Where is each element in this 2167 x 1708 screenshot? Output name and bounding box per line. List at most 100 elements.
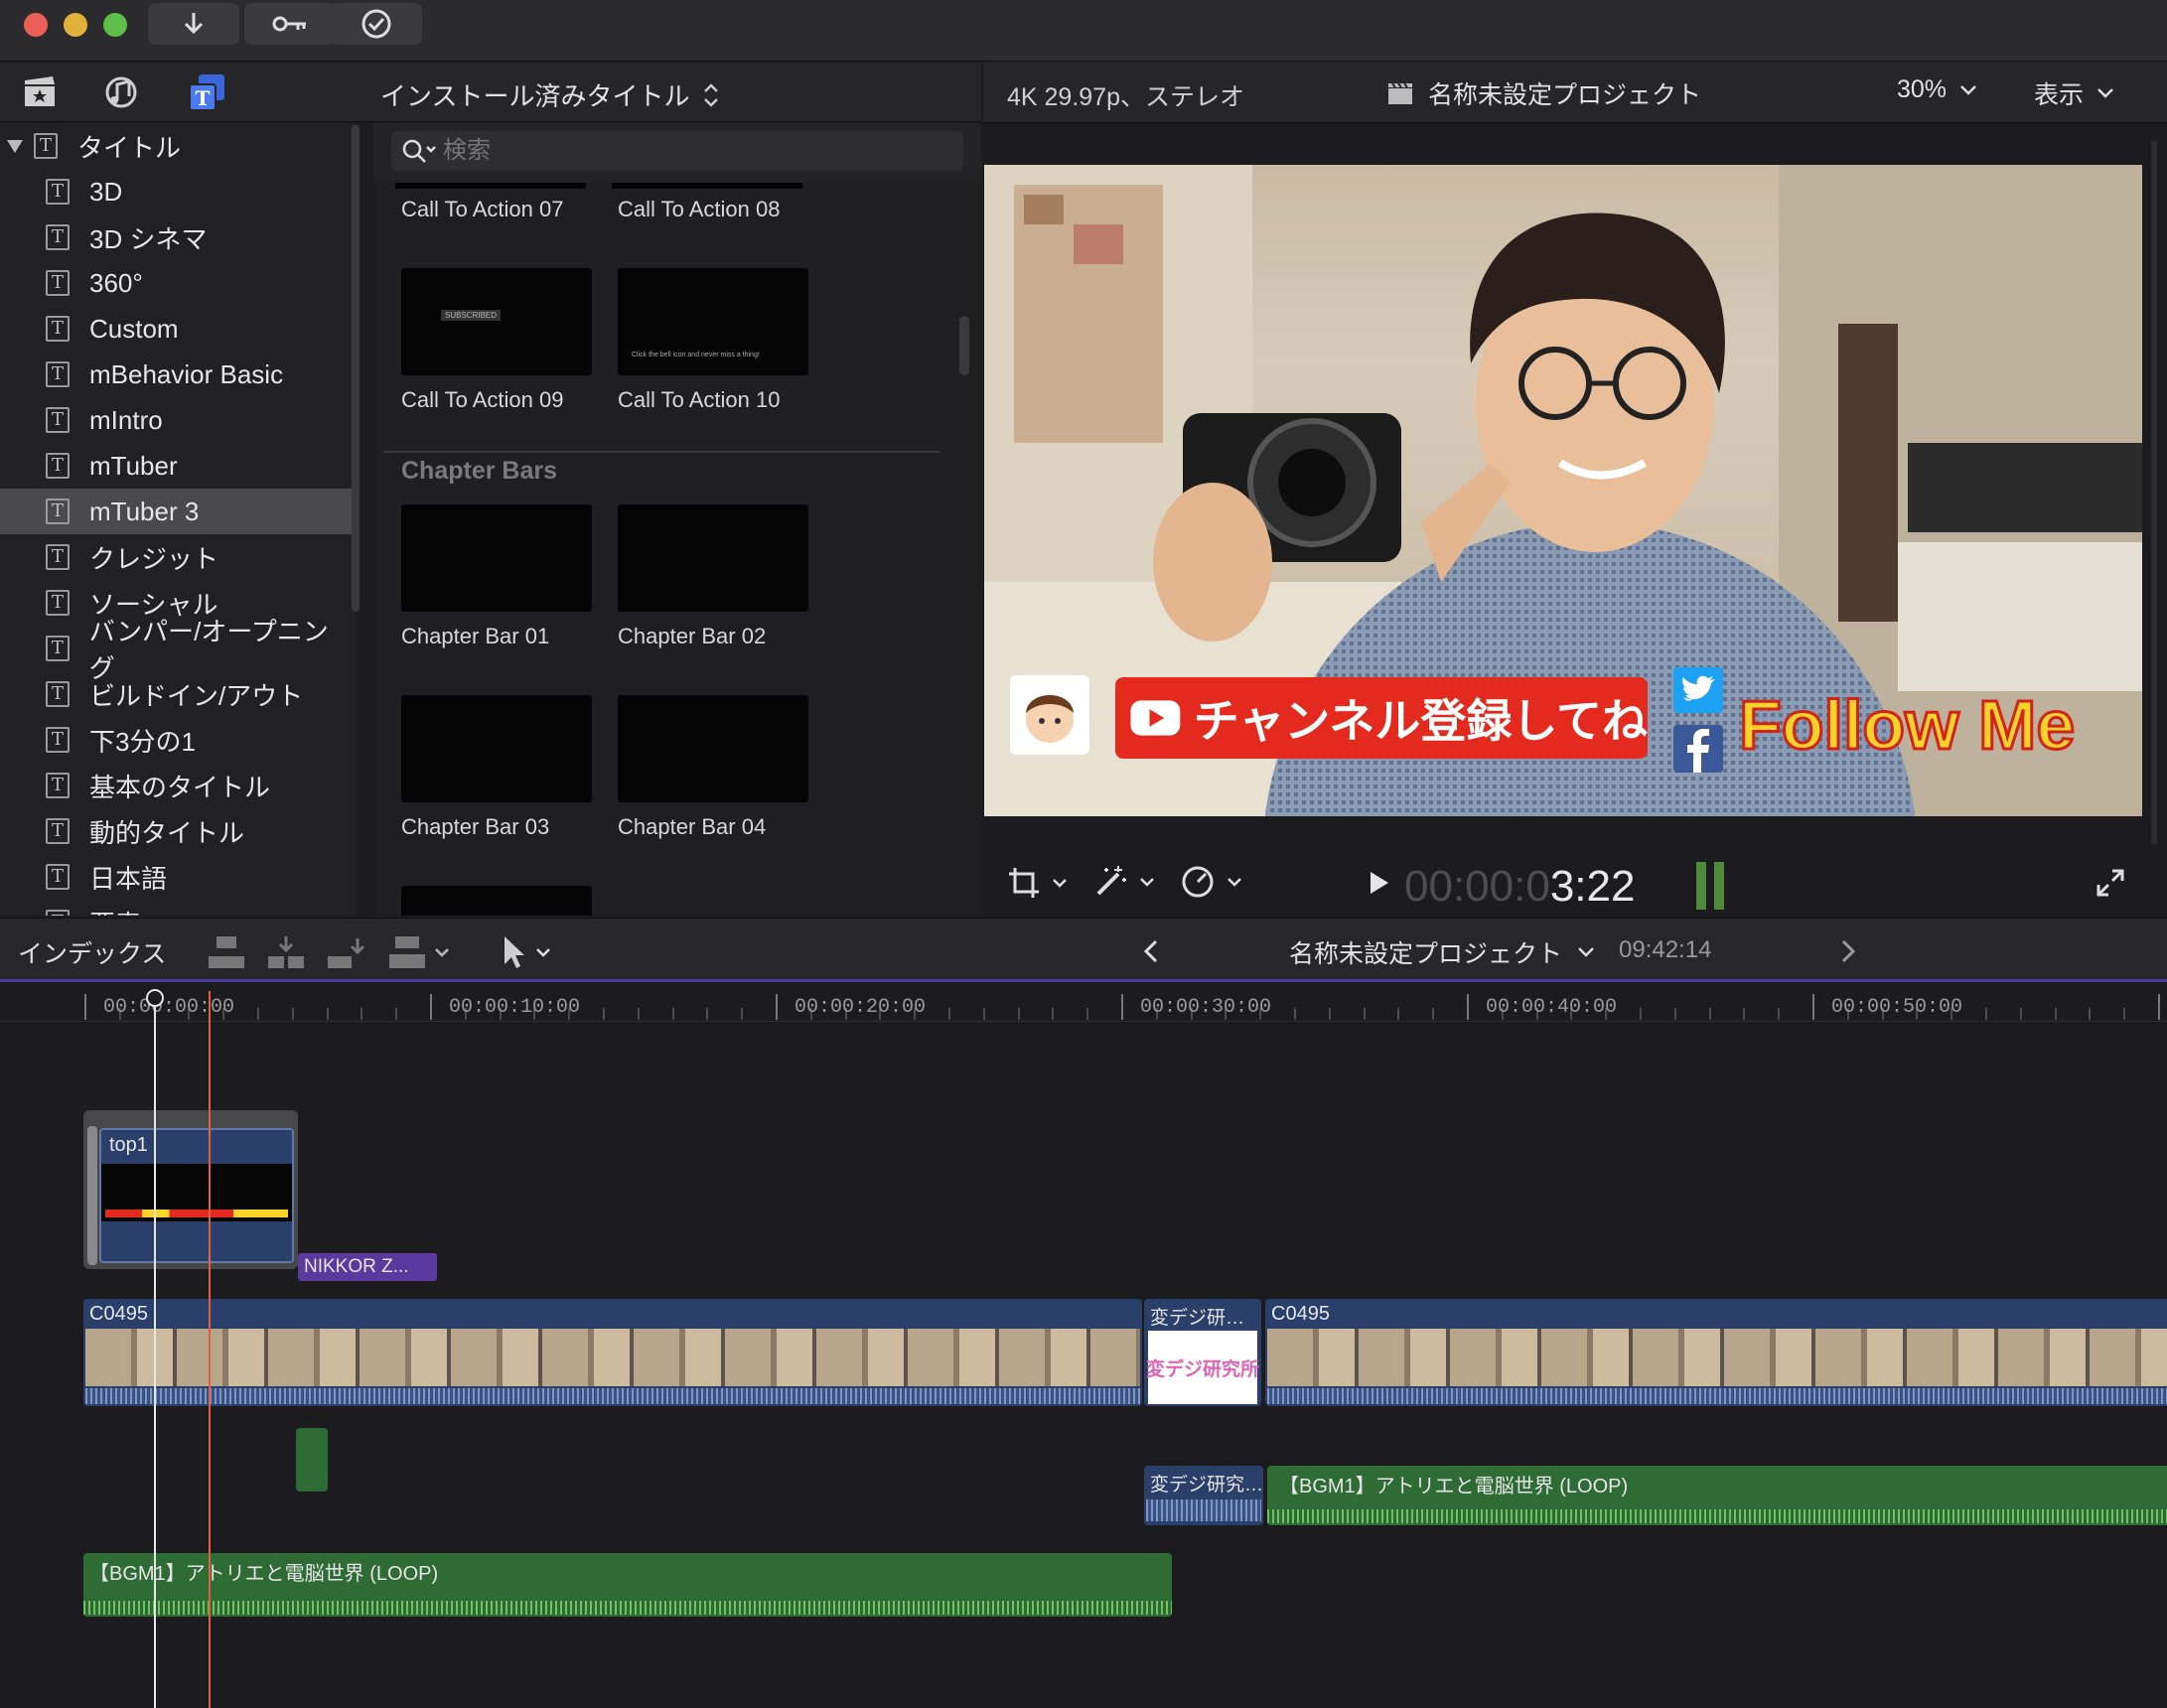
twitter-badge: [1673, 667, 1723, 713]
fullscreen-button[interactable]: [2095, 868, 2125, 898]
thumb-chapter-bar-01[interactable]: [401, 504, 592, 612]
nikkor-connected-clip[interactable]: NIKKOR Z...: [298, 1253, 437, 1281]
viewer-project-name: 名称未設定プロジェクト: [1428, 81, 1702, 109]
chevron-down-icon: [1228, 878, 1241, 887]
zoom-menu[interactable]: 30%: [1897, 75, 1978, 104]
play-button[interactable]: [1369, 870, 1390, 896]
thumb-cta-07[interactable]: [395, 183, 586, 189]
search-input[interactable]: [443, 137, 939, 165]
main-clip-2[interactable]: C0495: [1265, 1299, 2167, 1406]
sidebar-item-label: 3D シネマ: [89, 223, 208, 254]
bgm-clip-right[interactable]: 【BGM1】アトリエと電脳世界 (LOOP): [1267, 1466, 2167, 1525]
title-clip-label: top1: [109, 1134, 148, 1156]
title-clip-thumbnail: [101, 1164, 292, 1221]
sidebar-item-custom[interactable]: T Custom: [0, 306, 352, 352]
viewer-timecode[interactable]: 00:00:03:22: [1404, 862, 1635, 912]
hendeji-title-clip[interactable]: 変デジ研… 変デジ研究所: [1144, 1299, 1261, 1406]
view-menu[interactable]: 表示: [2034, 75, 2115, 111]
history-back-button[interactable]: [1142, 938, 1160, 964]
sidebar-item-dynamic-titles[interactable]: T 動的タイトル: [0, 808, 352, 854]
titles-generators-tab[interactable]: T: [187, 72, 226, 112]
title-clip[interactable]: top1: [99, 1128, 294, 1263]
caption-chapter-bar-01: Chapter Bar 01: [401, 624, 550, 648]
thumb-chapter-bar-02[interactable]: [618, 504, 808, 612]
thumb-cta-10[interactable]: Click the bell icon and never miss a thi…: [618, 268, 808, 375]
retime-menu[interactable]: [1180, 864, 1243, 900]
playhead-handle[interactable]: [146, 989, 164, 1007]
chevron-down-icon: [536, 948, 550, 957]
chevron-down-icon: [1140, 878, 1154, 887]
grid-scrollbar[interactable]: [959, 316, 969, 375]
title-t-icon: T: [46, 910, 70, 916]
sidebar-item-build-in-out[interactable]: T ビルドイン/アウト: [0, 671, 352, 717]
sidebar-item-mbehavior-basic[interactable]: TmBehavior Basic: [0, 352, 352, 397]
keywords-button[interactable]: [244, 3, 336, 45]
sidebar-item-360[interactable]: T 360°: [0, 260, 352, 306]
window-titlebar: [0, 0, 2167, 62]
append-clip-button[interactable]: [326, 934, 365, 970]
caption-cta-07: Call To Action 07: [401, 197, 564, 221]
index-button[interactable]: インデックス: [18, 934, 166, 970]
checkmark-circle-icon: [361, 9, 391, 39]
sidebar-item-elements[interactable]: T 要素: [0, 900, 352, 916]
sidebar-item-3d[interactable]: T 3D: [0, 169, 352, 214]
small-audio-clip[interactable]: [296, 1428, 328, 1492]
search-field[interactable]: [391, 131, 963, 171]
zoom-window-button[interactable]: [103, 13, 127, 37]
title-t-icon: T: [46, 224, 70, 250]
minimize-window-button[interactable]: [64, 13, 87, 37]
thumb-cta-08[interactable]: [612, 183, 802, 189]
sidebar-item-mtuber[interactable]: TmTuber: [0, 443, 352, 489]
thumb-cta-09[interactable]: SUBSCRIBED: [401, 268, 592, 375]
timeline-ruler[interactable]: 00:00:00:00 00:00:10:00 00:00:20:00 00:0…: [0, 982, 2167, 1022]
sidebar-item-3d-cinema[interactable]: T 3D シネマ: [0, 214, 352, 260]
transform-menu[interactable]: [1007, 866, 1069, 900]
sidebar-item-credits[interactable]: T クレジット: [0, 534, 352, 580]
view-menu-label: 表示: [2034, 81, 2085, 109]
libraries-tab[interactable]: [22, 74, 58, 110]
sidebar-item-mtuber-3[interactable]: TmTuber 3: [0, 489, 352, 534]
thumb-chapter-bar-03[interactable]: [401, 695, 592, 802]
arrow-pointer-icon: [505, 936, 524, 968]
history-forward-button[interactable]: [1839, 938, 1857, 964]
subscribe-banner: チャンネル登録してね: [1115, 677, 1648, 759]
sidebar-item-label: タイトル: [77, 132, 182, 163]
import-button[interactable]: [148, 3, 239, 45]
playhead[interactable]: [154, 991, 156, 1708]
sidebar-item-titles[interactable]: T タイトル: [0, 123, 352, 169]
title-t-icon: T: [46, 498, 70, 524]
overwrite-clip-menu[interactable]: [387, 934, 451, 970]
main-clip-1[interactable]: C0495: [83, 1299, 1142, 1406]
timeline-toolbar: インデックス 名称未設定プロジェクト 09:42:14: [0, 918, 2167, 985]
hendeji-audio-clip[interactable]: 変デジ研究…: [1144, 1466, 1263, 1525]
background-tasks-button[interactable]: [331, 3, 422, 45]
sidebar-item-japanese[interactable]: T 日本語: [0, 854, 352, 900]
sidebar-item-bumper-opener[interactable]: T バンパー/オープニング: [0, 617, 352, 683]
timeline-project-menu[interactable]: 名称未設定プロジェクト: [1289, 934, 1596, 970]
sidebar-item-label: Custom: [89, 313, 179, 344]
svg-text:T: T: [196, 86, 211, 110]
viewer-video-frame[interactable]: チャンネル登録してね Follow Me: [984, 165, 2142, 816]
disclosure-triangle-icon[interactable]: [6, 138, 24, 154]
chevron-right-icon: [1841, 939, 1856, 963]
thumb-chapter-bar-04[interactable]: [618, 695, 808, 802]
close-window-button[interactable]: [24, 13, 48, 37]
sidebar-item-lower-thirds[interactable]: T 下3分の1: [0, 717, 352, 763]
facebook-f-icon: [1687, 729, 1709, 773]
enhance-menu[interactable]: [1092, 864, 1156, 900]
channel-avatar: [1010, 675, 1089, 755]
insert-clip-button[interactable]: [266, 934, 306, 970]
clip-trim-handle[interactable]: [87, 1126, 97, 1265]
timeline-area[interactable]: 00:00:00:00 00:00:10:00 00:00:20:00 00:0…: [0, 979, 2167, 1708]
audio-meter-right: [1714, 862, 1724, 910]
bgm-right-label: 【BGM1】アトリエと電脳世界 (LOOP): [1279, 1476, 1629, 1497]
title-t-icon: T: [46, 636, 70, 661]
library-selector[interactable]: インストール済みタイトル: [380, 76, 721, 113]
photos-audio-tab[interactable]: [103, 74, 139, 110]
bgm-clip-left[interactable]: 【BGM1】アトリエと電脳世界 (LOOP): [83, 1553, 1172, 1617]
sidebar-item-basic-titles[interactable]: T 基本のタイトル: [0, 763, 352, 808]
connect-clip-button[interactable]: [207, 934, 246, 970]
thumb-chapter-bar-05[interactable]: [401, 886, 592, 916]
tool-menu[interactable]: [501, 934, 552, 970]
sidebar-item-mintro[interactable]: TmIntro: [0, 397, 352, 443]
